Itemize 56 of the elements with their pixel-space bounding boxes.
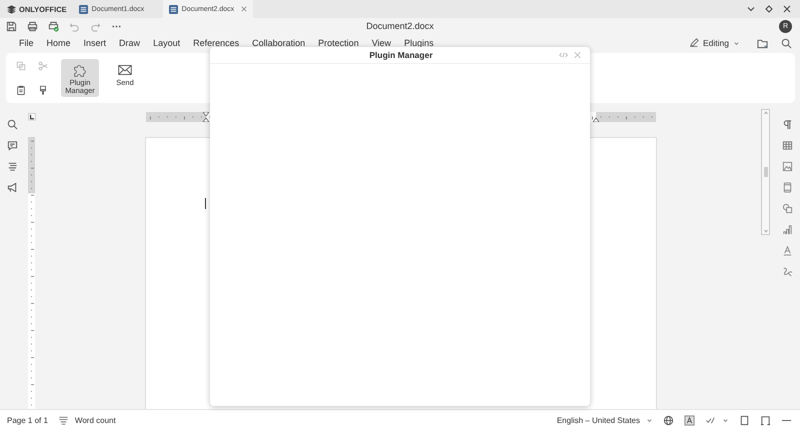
headings-icon[interactable] <box>6 161 18 172</box>
fit-width-icon[interactable] <box>760 414 771 426</box>
search-icon[interactable] <box>781 38 792 48</box>
close-icon[interactable] <box>782 4 792 14</box>
caret-icon <box>733 40 740 46</box>
megaphone-icon[interactable] <box>6 182 18 193</box>
globe-icon[interactable] <box>663 414 674 426</box>
page-count[interactable]: Page 1 of 1 <box>7 416 48 424</box>
quick-print-icon[interactable] <box>48 20 59 32</box>
editing-mode-button[interactable]: Editing <box>689 38 740 48</box>
menu-tab[interactable]: References <box>193 37 240 49</box>
signature-icon[interactable] <box>782 266 792 277</box>
pencil-icon <box>689 38 699 48</box>
menu-tab[interactable]: Collaboration <box>252 37 306 49</box>
menu-tab[interactable]: Layout <box>153 37 180 49</box>
paragraph-icon[interactable] <box>782 119 792 130</box>
chevron-down-icon[interactable] <box>746 4 756 14</box>
track-changes-icon[interactable] <box>705 414 716 426</box>
menu-tab[interactable]: Insert <box>84 37 106 49</box>
document-title: Document2.docx <box>366 21 434 31</box>
arrow-down-icon[interactable] <box>762 228 768 234</box>
menu-tab[interactable]: Home <box>46 37 71 49</box>
menu-tab[interactable]: Draw <box>119 37 140 49</box>
arrow-up-icon[interactable] <box>762 110 768 116</box>
search-icon[interactable] <box>6 119 18 130</box>
dialog-title: Plugin Manager <box>368 50 434 60</box>
header-footer-icon[interactable] <box>782 182 792 193</box>
menu-tab[interactable]: Plugins <box>404 37 434 49</box>
menu-tab[interactable]: View <box>372 37 392 49</box>
scrollbar[interactable] <box>761 109 770 235</box>
folder-icon[interactable] <box>757 38 768 48</box>
spellcheck-icon[interactable] <box>684 414 695 426</box>
text-art-icon[interactable] <box>782 245 792 256</box>
save-icon[interactable] <box>6 20 17 32</box>
caret-icon <box>646 416 653 424</box>
close-icon[interactable] <box>240 6 247 12</box>
comment-icon[interactable] <box>6 140 18 151</box>
shapes-icon[interactable] <box>782 203 792 214</box>
text-cursor <box>204 198 206 209</box>
document-icon <box>78 4 88 14</box>
word-count-link[interactable]: Word count <box>74 416 116 424</box>
menu-tab[interactable]: Protection <box>318 37 359 49</box>
menu-tab[interactable]: File <box>19 37 34 49</box>
word-count-icon[interactable] <box>58 414 69 426</box>
brush-icon[interactable] <box>38 85 48 95</box>
document-icon <box>168 4 178 14</box>
diamond-icon[interactable] <box>764 4 774 14</box>
fit-page-icon[interactable] <box>739 414 750 426</box>
clipboard-icon[interactable] <box>16 85 26 95</box>
chart-icon[interactable] <box>782 224 792 235</box>
caret-icon <box>722 416 729 424</box>
image-icon[interactable] <box>782 161 792 172</box>
print-icon[interactable] <box>27 20 38 32</box>
table-icon[interactable] <box>782 140 792 151</box>
tab-stop-icon[interactable] <box>28 113 36 121</box>
language-selector[interactable]: English – United States <box>556 416 640 424</box>
